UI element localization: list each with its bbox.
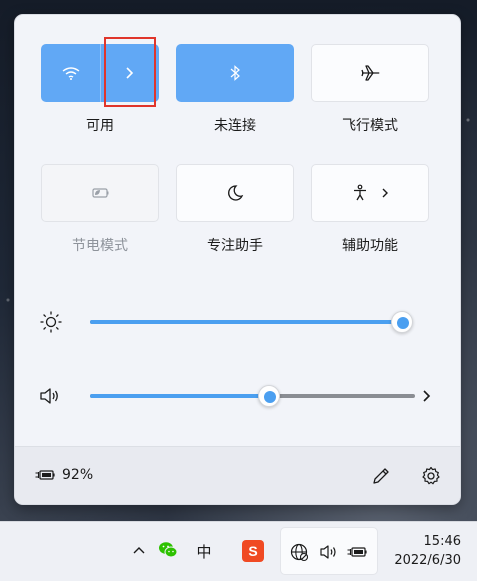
edit-pencil-icon[interactable]	[371, 466, 391, 486]
chevron-up-icon	[133, 547, 145, 554]
quick-settings-footer: 92%	[15, 446, 460, 504]
wechat-icon	[159, 542, 178, 558]
ime-indicator[interactable]: 中	[192, 540, 216, 562]
airplane-tile[interactable]	[311, 44, 429, 102]
wifi-toggle[interactable]	[42, 45, 100, 101]
volume-slider-fill	[90, 394, 269, 398]
brightness-slider-thumb[interactable]	[391, 311, 413, 333]
quick-settings-panel: 可用 未连接 飞行模式 节电模式 专注助手 辅助功能 92%	[14, 14, 461, 505]
chevron-right-icon	[126, 67, 134, 79]
wifi-networks-expand[interactable]	[101, 45, 159, 101]
battery-charging-icon	[347, 547, 367, 557]
taskbar: 中 S 15:46 2022/6/30	[0, 521, 477, 581]
wifi-icon	[62, 67, 80, 80]
volume-icon	[320, 545, 336, 559]
battery-status[interactable]: 92%	[35, 467, 93, 483]
network-globe-icon	[290, 543, 309, 562]
bluetooth-tile[interactable]	[176, 44, 294, 102]
battery-saver-icon	[92, 188, 109, 198]
volume-slider-thumb[interactable]	[258, 385, 280, 407]
wechat-tray[interactable]	[157, 540, 179, 560]
volume-slider-row	[39, 381, 439, 411]
sun-icon	[40, 311, 62, 333]
brightness-slider-row	[39, 307, 439, 337]
taskbar-clock[interactable]: 15:46 2022/6/30	[394, 532, 461, 570]
airplane-tile-label: 飞行模式	[342, 118, 398, 134]
battery-percent: 92%	[62, 467, 94, 483]
moon-icon	[228, 185, 244, 201]
chevron-right-icon	[382, 188, 388, 198]
bluetooth-tile-label: 未连接	[214, 118, 256, 134]
focus-assist-tile-label: 专注助手	[207, 238, 263, 254]
battery-saver-tile-label: 节电模式	[72, 238, 128, 254]
volume-slider[interactable]	[90, 385, 415, 407]
accessibility-icon	[354, 184, 366, 201]
battery-charging-icon	[35, 470, 55, 480]
bluetooth-icon	[230, 65, 240, 81]
wifi-tile-label: 可用	[86, 118, 114, 134]
sogou-ime[interactable]: S	[242, 540, 264, 562]
wifi-tile[interactable]	[41, 44, 159, 102]
focus-assist-tile[interactable]	[176, 164, 294, 222]
sogou-icon: S	[248, 543, 258, 559]
clock-date: 2022/6/30	[394, 553, 461, 568]
speaker-icon	[40, 388, 58, 404]
clock-time: 15:46	[423, 534, 461, 549]
airplane-icon	[361, 65, 380, 81]
accessibility-tile-label: 辅助功能	[342, 238, 398, 254]
brightness-slider[interactable]	[90, 311, 413, 333]
quick-settings-tray-button[interactable]	[280, 527, 378, 575]
accessibility-tile[interactable]	[311, 164, 429, 222]
settings-gear-icon[interactable]	[421, 466, 441, 486]
battery-saver-tile[interactable]	[41, 164, 159, 222]
brightness-slider-fill	[90, 320, 402, 324]
show-hidden-icons-chevron[interactable]	[130, 540, 148, 560]
audio-output-chevron-icon[interactable]	[421, 389, 431, 403]
